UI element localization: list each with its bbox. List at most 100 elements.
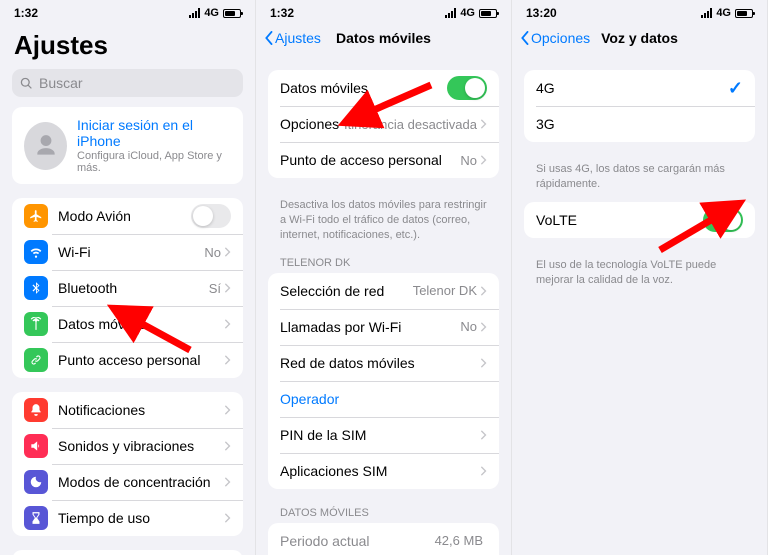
row-network-selection[interactable]: Selección de red Telenor DK [268, 273, 499, 309]
row-label: Wi-Fi [58, 244, 204, 260]
section-footer: El uso de la tecnología VoLTE puede mejo… [512, 252, 767, 298]
chevron-right-icon [225, 319, 231, 329]
chevron-right-icon [225, 355, 231, 365]
row-bluetooth[interactable]: Bluetooth Sí [12, 270, 243, 306]
page-title: Datos móviles [336, 30, 431, 46]
section-footer: Desactiva los datos móviles para restrin… [256, 192, 511, 253]
nav-bar: Ajustes Datos móviles [256, 22, 511, 54]
battery-icon [223, 9, 241, 18]
voice-data-panel: 13:20 4G Opciones Voz y datos 4G ✓ 3G Si… [512, 0, 768, 555]
chevron-right-icon [225, 247, 231, 257]
status-bar: 13:20 4G [512, 0, 767, 22]
volte-switch[interactable] [703, 208, 743, 232]
chevron-right-icon [225, 477, 231, 487]
status-time: 13:20 [526, 6, 557, 20]
row-cellular-data[interactable]: Datos móviles [12, 306, 243, 342]
row-label: Modos de concentración [58, 474, 225, 490]
hourglass-icon [24, 506, 48, 530]
row-wifi[interactable]: Wi-Fi No [12, 234, 243, 270]
chevron-right-icon [481, 322, 487, 332]
row-screen-time[interactable]: Tiempo de uso [12, 500, 243, 536]
row-sim-pin[interactable]: PIN de la SIM [268, 417, 499, 453]
row-options[interactable]: Opciones Itinerancia desactivada [268, 106, 499, 142]
cellular-main-group: Datos móviles Opciones Itinerancia desac… [268, 70, 499, 178]
notifications-group: Notificaciones Sonidos y vibraciones Mod… [12, 392, 243, 536]
battery-icon [479, 9, 497, 18]
speaker-icon [24, 434, 48, 458]
cellular-switch[interactable] [447, 76, 487, 100]
row-value: 42,6 MB [435, 533, 483, 548]
row-3g[interactable]: 3G [524, 106, 755, 142]
search-icon [20, 77, 33, 90]
row-label: PIN de la SIM [280, 427, 481, 443]
check-icon: ✓ [728, 78, 743, 99]
usage-group: Periodo actual 42,6 MB Periodo actual (i… [268, 523, 499, 555]
chevron-right-icon [481, 466, 487, 476]
row-data-network[interactable]: Red de datos móviles [268, 345, 499, 381]
chevron-right-icon [225, 513, 231, 523]
status-right: 4G [189, 7, 241, 19]
row-sim-apps[interactable]: Aplicaciones SIM [268, 453, 499, 489]
row-label: Selección de red [280, 283, 413, 299]
back-button[interactable]: Opciones [520, 30, 590, 46]
network-label: 4G [204, 7, 219, 19]
connectivity-group: Modo Avión Wi-Fi No Bluetooth Sí Datos m… [12, 198, 243, 378]
avatar-icon [24, 122, 67, 170]
chevron-right-icon [481, 286, 487, 296]
row-4g[interactable]: 4G ✓ [524, 70, 755, 106]
row-label: Notificaciones [58, 402, 225, 418]
section-header: DATOS MÓVILES [256, 503, 511, 523]
status-time: 1:32 [270, 6, 294, 20]
row-focus[interactable]: Modos de concentración [12, 464, 243, 500]
network-label: 4G [460, 7, 475, 19]
row-volte[interactable]: VoLTE [524, 202, 755, 238]
row-value: No [204, 245, 221, 260]
row-value: No [460, 319, 477, 334]
row-general[interactable]: General [12, 550, 243, 555]
row-label: Modo Avión [58, 208, 191, 224]
moon-icon [24, 470, 48, 494]
signin-row[interactable]: Iniciar sesión en el iPhone Configura iC… [12, 107, 243, 184]
antenna-icon [24, 312, 48, 336]
battery-icon [735, 9, 753, 18]
signin-group: Iniciar sesión en el iPhone Configura iC… [12, 107, 243, 184]
row-notifications[interactable]: Notificaciones [12, 392, 243, 428]
row-label: Operador [280, 391, 487, 407]
signal-icon [189, 8, 200, 18]
status-right: 4G [445, 7, 497, 19]
chevron-right-icon [225, 283, 231, 293]
chevron-right-icon [481, 155, 487, 165]
chevron-right-icon [481, 358, 487, 368]
search-placeholder: Buscar [39, 75, 83, 91]
row-wifi-calling[interactable]: Llamadas por Wi-Fi No [268, 309, 499, 345]
row-label: VoLTE [536, 212, 703, 228]
airplane-switch[interactable] [191, 204, 231, 228]
signal-icon [701, 8, 712, 18]
row-value: No [460, 153, 477, 168]
row-label: Punto acceso personal [58, 352, 225, 368]
row-airplane-mode[interactable]: Modo Avión [12, 198, 243, 234]
cellular-panel: 1:32 4G Ajustes Datos móviles Datos móvi… [256, 0, 512, 555]
volte-group: VoLTE [524, 202, 755, 238]
row-label: 4G [536, 80, 728, 96]
row-label: Bluetooth [58, 280, 209, 296]
settings-root-panel: 1:32 4G Ajustes Buscar Iniciar sesión en… [0, 0, 256, 555]
row-label: Periodo actual [280, 533, 435, 549]
row-hotspot[interactable]: Punto acceso personal [12, 342, 243, 378]
chevron-right-icon [225, 441, 231, 451]
row-label: Datos móviles [58, 316, 225, 332]
general-group: General [12, 550, 243, 555]
page-title: Voz y datos [601, 30, 678, 46]
nav-bar: Opciones Voz y datos [512, 22, 767, 54]
row-hotspot[interactable]: Punto de acceso personal No [268, 142, 499, 178]
search-input[interactable]: Buscar [12, 69, 243, 97]
bluetooth-icon [24, 276, 48, 300]
row-carrier[interactable]: Operador [268, 381, 499, 417]
row-value: Itinerancia desactivada [344, 117, 477, 132]
row-sounds[interactable]: Sonidos y vibraciones [12, 428, 243, 464]
row-cellular-toggle[interactable]: Datos móviles [268, 70, 499, 106]
row-label: Opciones [280, 116, 344, 132]
back-button[interactable]: Ajustes [264, 30, 321, 46]
row-value: Sí [209, 281, 221, 296]
signin-title: Iniciar sesión en el iPhone [77, 117, 231, 149]
